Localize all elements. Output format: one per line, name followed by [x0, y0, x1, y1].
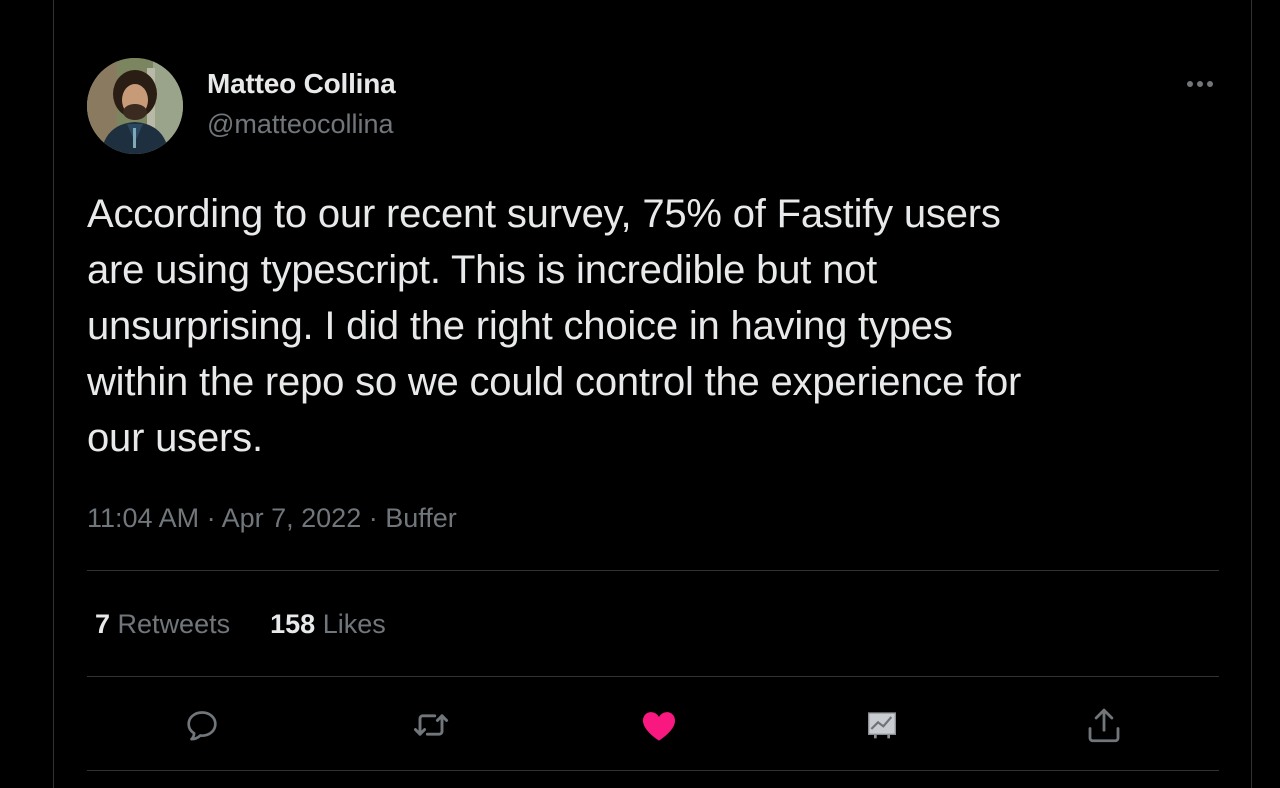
- meta-separator: ·: [368, 503, 378, 533]
- tweet-text: According to our recent survey, 75% of F…: [87, 192, 1022, 460]
- reply-button[interactable]: [177, 700, 227, 750]
- analytics-button[interactable]: [857, 700, 907, 750]
- reply-icon: [187, 711, 217, 741]
- retweets-label: Retweets: [117, 609, 231, 639]
- retweets-count: 7: [95, 609, 111, 639]
- tweet-date[interactable]: Apr 7, 2022: [222, 503, 362, 533]
- heart-icon: [642, 712, 676, 741]
- analytics-icon: [868, 712, 896, 739]
- tweet-source[interactable]: Buffer: [385, 503, 457, 533]
- retweet-button[interactable]: [406, 700, 456, 750]
- share-button[interactable]: [1079, 700, 1129, 750]
- tweet-stats: 7 Retweets 158 Likes: [95, 604, 426, 644]
- avatar[interactable]: [87, 58, 183, 154]
- divider: [87, 570, 1219, 571]
- retweets-stat[interactable]: 7 Retweets: [95, 604, 230, 644]
- author-handle[interactable]: @matteocollina: [207, 106, 396, 142]
- tweet-time[interactable]: 11:04 AM: [87, 503, 199, 533]
- likes-label: Likes: [322, 609, 386, 639]
- divider: [87, 676, 1219, 677]
- share-icon: [1088, 708, 1120, 743]
- likes-count: 158: [270, 609, 316, 639]
- more-dot-icon: [1197, 81, 1203, 87]
- author-display-name[interactable]: Matteo Collina: [207, 66, 396, 102]
- meta-separator: ·: [206, 503, 216, 533]
- timeline-left-border: [53, 0, 54, 788]
- likes-stat[interactable]: 158 Likes: [270, 604, 386, 644]
- tweet-actions: [87, 700, 1219, 750]
- retweet-icon: [413, 714, 449, 736]
- like-button[interactable]: [634, 700, 684, 750]
- author-info: Matteo Collina @matteocollina: [207, 66, 396, 142]
- more-options-button[interactable]: [1175, 68, 1225, 100]
- tweet: Matteo Collina @matteocollina According …: [87, 0, 1219, 788]
- more-dot-icon: [1207, 81, 1213, 87]
- divider: [87, 770, 1219, 771]
- tweet-meta: 11:04 AM · Apr 7, 2022 · Buffer: [87, 498, 457, 538]
- timeline-right-border: [1251, 0, 1252, 788]
- avatar-image: [87, 58, 183, 154]
- more-dot-icon: [1187, 81, 1193, 87]
